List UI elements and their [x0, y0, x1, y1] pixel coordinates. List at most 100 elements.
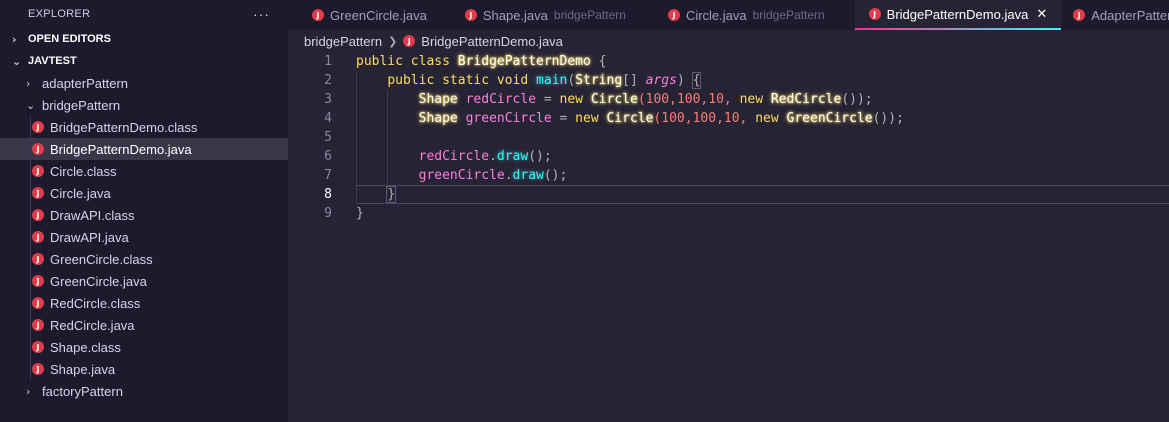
indent-guide [356, 147, 357, 166]
keyword: new [739, 92, 764, 107]
folder-label: adapterPattern [42, 75, 129, 91]
java-file-icon: J [1073, 9, 1086, 21]
tab-shape-java[interactable]: J Shape.java bridgePattern [441, 0, 640, 30]
breadcrumb: bridgePattern ❯ J BridgePatternDemo.java [304, 30, 563, 52]
file-label: DrawAPI.java [50, 229, 129, 245]
java-file-icon: J [312, 9, 324, 21]
tab-label: GreenCircle.java [330, 7, 427, 23]
tab-circle-java[interactable]: J Circle.java bridgePattern [640, 0, 839, 30]
explorer-sidebar: EXPLORER ··· › OPEN EDITORS ⌄ JAVTEST › … [0, 0, 288, 422]
code-line[interactable]: public static void main(String[] args) { [356, 71, 1169, 90]
breadcrumb-folder[interactable]: bridgePattern [304, 34, 382, 49]
variable: greenCircle [465, 111, 552, 126]
current-code-line[interactable]: } [356, 185, 1169, 204]
indent-guide [356, 186, 357, 203]
java-file-icon: J [32, 143, 44, 155]
file-item[interactable]: J Shape.class [0, 336, 288, 358]
file-item[interactable]: J RedCircle.java [0, 314, 288, 336]
java-file-icon: J [32, 231, 44, 243]
tab-bridgepatterndemo-java[interactable]: J BridgePatternDemo.java ✕ [854, 0, 1062, 30]
code-line[interactable]: } [356, 204, 1169, 223]
type-name: GreenCircle [786, 111, 873, 126]
code-line[interactable]: Shape redCircle = new Circle(100,100,10,… [356, 90, 1169, 109]
folder-adapterpattern[interactable]: › adapterPattern [0, 72, 288, 94]
type-name: Circle [606, 111, 654, 126]
indent-guide [387, 90, 388, 109]
operator: = [559, 111, 568, 126]
more-actions-icon[interactable]: ··· [253, 6, 270, 22]
paren: ) [676, 73, 685, 88]
code-area[interactable]: public class BridgePatternDemo { public … [356, 52, 1169, 223]
file-item[interactable]: J GreenCircle.java [0, 270, 288, 292]
file-label: RedCircle.class [50, 295, 141, 311]
brace: { [691, 72, 702, 89]
java-file-icon: J [32, 187, 44, 199]
file-label: Circle.java [50, 185, 111, 201]
type-name: Shape [418, 111, 458, 126]
file-item[interactable]: J Circle.java [0, 182, 288, 204]
tab-label: AdapterPatternDemo.java [1091, 7, 1169, 23]
breadcrumb-file[interactable]: BridgePatternDemo.java [421, 34, 563, 49]
explorer-title: EXPLORER [28, 8, 91, 20]
java-file-icon: J [32, 121, 44, 133]
tab-greencircle-java[interactable]: J GreenCircle.java [288, 0, 441, 30]
parameter: args [645, 73, 677, 88]
brace: { [598, 54, 607, 69]
indent-guide [30, 226, 31, 248]
tab-label: BridgePatternDemo.java [886, 6, 1029, 22]
punctuation: ()); [872, 111, 904, 126]
line-number-gutter: 1 2 3 4 5 6 7 8 9 [288, 52, 332, 223]
type-name: RedCircle [770, 92, 842, 107]
file-item[interactable]: J BridgePatternDemo.class [0, 116, 288, 138]
close-icon[interactable]: ✕ [1036, 7, 1047, 22]
line-number: 8 [324, 187, 332, 202]
folder-bridgepattern[interactable]: ⌄ bridgePattern [0, 94, 288, 116]
code-line[interactable] [356, 128, 1169, 147]
project-section[interactable]: ⌄ JAVTEST [0, 50, 288, 72]
file-item[interactable]: J Shape.java [0, 358, 288, 380]
file-item[interactable]: J Circle.class [0, 160, 288, 182]
indent-guide [30, 160, 31, 182]
file-item[interactable]: J DrawAPI.class [0, 204, 288, 226]
file-item[interactable]: J GreenCircle.class [0, 248, 288, 270]
tab-adapterpatterndemo-java[interactable]: J AdapterPatternDemo.java [1061, 0, 1169, 30]
keyword: public [387, 73, 435, 88]
chevron-right-icon: › [26, 384, 31, 398]
indent-guide [30, 248, 31, 270]
line-number: 9 [324, 206, 332, 221]
java-file-icon: J [32, 253, 44, 265]
indent-guide [387, 128, 388, 147]
file-item[interactable]: J RedCircle.class [0, 292, 288, 314]
dot: . [504, 168, 513, 183]
tab-label: Circle.java [685, 7, 747, 23]
file-label: BridgePatternDemo.java [50, 141, 192, 157]
code-editor[interactable]: 1 2 3 4 5 6 7 8 9 public class BridgePatternDemo… [288, 52, 1169, 422]
file-item[interactable]: J DrawAPI.java [0, 226, 288, 248]
operator: = [543, 92, 552, 107]
punctuation: (); [528, 149, 552, 164]
indent-guide [356, 90, 357, 109]
arguments: (100,100,10, [637, 92, 732, 107]
indent-guide [387, 109, 388, 128]
line-number: 5 [324, 130, 332, 145]
keyword: new [559, 92, 584, 107]
java-file-icon: J [32, 319, 44, 331]
method-name: draw [512, 168, 544, 183]
java-file-icon: J [403, 35, 416, 47]
indent-guide [356, 166, 357, 185]
file-label: Circle.class [50, 163, 117, 179]
code-line[interactable]: Shape greenCircle = new Circle(100,100,1… [356, 109, 1169, 128]
file-item[interactable]: J BridgePatternDemo.java [0, 138, 288, 160]
punctuation: ()); [841, 92, 873, 107]
keyword: void [496, 73, 529, 88]
code-line[interactable]: public class BridgePatternDemo { [356, 52, 1169, 71]
folder-factorypattern[interactable]: › factoryPattern [0, 380, 288, 402]
code-line[interactable]: redCircle.draw(); [356, 147, 1169, 166]
open-editors-section[interactable]: › OPEN EDITORS [0, 28, 288, 50]
method-name: draw [496, 149, 529, 164]
line-number: 4 [324, 111, 332, 126]
java-file-icon: J [32, 297, 44, 309]
chevron-right-icon: ❯ [388, 34, 398, 48]
code-line[interactable]: greenCircle.draw(); [356, 166, 1169, 185]
file-label: GreenCircle.class [50, 251, 153, 267]
